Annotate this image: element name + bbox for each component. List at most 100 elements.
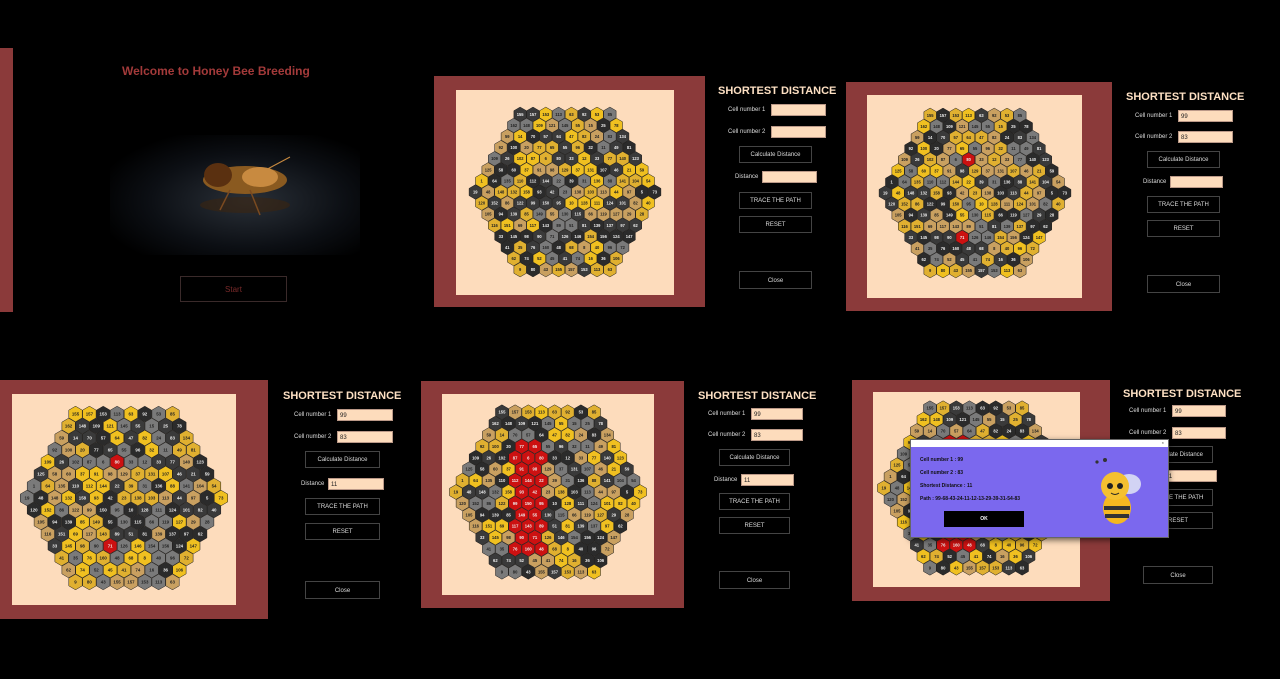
hex-cell-number: 144 (952, 179, 960, 184)
hex-cell-number: 64 (967, 429, 972, 434)
calculate-distance-button[interactable]: Calculate Distance (305, 451, 380, 468)
cell2-input[interactable]: 83 (1172, 427, 1226, 439)
panel-title: SHORTEST DISTANCE (1123, 388, 1242, 400)
cell1-input[interactable]: 99 (337, 409, 393, 421)
hex-cell-number: 143 (525, 524, 533, 529)
calculate-distance-button[interactable]: Calculate Distance (1147, 151, 1220, 168)
hex-cell-number: 72 (1030, 246, 1035, 251)
close-button[interactable]: Close (305, 581, 380, 599)
start-button[interactable]: Start (180, 276, 287, 302)
hex-cell-number: 160 (953, 543, 961, 548)
hex-cell-number: 37 (576, 167, 581, 172)
calculate-distance-button[interactable]: Calculate Distance (739, 146, 812, 163)
hex-cell-number: 157 (568, 267, 576, 272)
hex-cell-number: 83 (608, 134, 613, 139)
hex-cell-number: 55 (108, 520, 113, 525)
close-button[interactable]: Close (719, 571, 790, 589)
hex-cell-number: 145 (510, 234, 518, 239)
hex-cell-number: 124 (169, 508, 177, 513)
hex-cell-number: 107 (1010, 168, 1018, 173)
hex-cell-number: 99 (87, 508, 92, 513)
close-button[interactable]: Close (739, 271, 812, 289)
hex-cell-number: 48 (115, 556, 120, 561)
hex-cell-number: 72 (605, 547, 610, 552)
hex-cell-number: 85 (524, 212, 529, 217)
hex-cell-number: 15 (998, 124, 1003, 129)
hex-cell-number: 72 (620, 245, 625, 250)
hex-cell-number: 144 (542, 178, 550, 183)
calculate-distance-button[interactable]: Calculate Distance (719, 449, 790, 466)
cell2-input[interactable] (771, 126, 826, 138)
hex-cell-number: 145 (920, 235, 928, 240)
hex-cell-number: 77 (537, 145, 542, 150)
hex-cell-number: 104 (617, 478, 625, 483)
close-icon[interactable]: ✕ (1161, 441, 1164, 445)
hex-cell-number: 24 (156, 436, 161, 441)
cell1-input[interactable]: 99 (1172, 405, 1226, 417)
hex-cell-number: 130 (972, 213, 980, 218)
hex-cell-number: 122 (498, 501, 506, 506)
reset-button[interactable]: RESET (719, 517, 790, 534)
hex-cell-number: 81 (992, 224, 997, 229)
hex-cell-number: 16 (149, 568, 154, 573)
hex-cell-number: 137 (606, 223, 614, 228)
hex-cell-number: 28 (1050, 213, 1055, 218)
hex-cell-number: 105 (466, 512, 474, 517)
cell2-input[interactable]: 83 (751, 429, 803, 441)
hex-cell-number: 151 (504, 223, 512, 228)
hex-cell-number: 71 (108, 544, 113, 549)
welcome-title: Welcome to Honey Bee Breeding (122, 64, 310, 78)
hex-cell-number: 110 (72, 484, 80, 489)
hex-cell-number: 119 (600, 212, 607, 217)
hex-cell-number: 78 (1026, 417, 1031, 422)
close-button[interactable]: Close (1147, 275, 1220, 293)
hex-cell-number: 106 (613, 256, 621, 261)
ok-button[interactable]: OK (944, 511, 1024, 527)
reset-button[interactable]: RESET (305, 523, 380, 540)
hex-cell-number: 16 (998, 257, 1003, 262)
hex-cell-number: 124 (1023, 235, 1031, 240)
hex-cell-number: 81 (142, 532, 147, 537)
close-button[interactable]: Close (1143, 566, 1213, 584)
hex-cell-number: 66 (149, 520, 154, 525)
cell1-input[interactable]: 99 (751, 408, 803, 420)
hex-cell-number: 59 (625, 467, 630, 472)
hex-cell-number: 24 (579, 433, 584, 438)
hex-cell-number: 57 (544, 134, 549, 139)
hex-cell-number: 121 (106, 424, 114, 429)
hex-cell-number: 124 (613, 234, 621, 239)
hex-cell-number: 113 (578, 569, 585, 574)
hex-cell-number: 77 (519, 444, 524, 449)
hex-cell-number: 59 (486, 433, 491, 438)
hex-cell-number: 152 (491, 201, 499, 206)
hex-cell-number: 64 (556, 134, 561, 139)
distance-output (1170, 176, 1223, 188)
hex-cell-number: 132 (65, 496, 73, 501)
trace-path-button[interactable]: TRACE THE PATH (739, 192, 812, 209)
hex-cell-number: 68 (552, 547, 557, 552)
hex-cell-number: 29 (191, 520, 196, 525)
hex-cell-number: 122 (927, 202, 935, 207)
distance-label: Distance (714, 477, 738, 483)
hex-cell-number: 33 (156, 460, 161, 465)
hex-cell-number: 120 (888, 202, 896, 207)
hex-cell-number: 157 (978, 268, 986, 273)
hex-cell-number: 129 (545, 467, 553, 472)
trace-path-button[interactable]: TRACE THE PATH (305, 498, 380, 515)
cell2-input[interactable]: 83 (337, 431, 393, 443)
cell1-input[interactable] (771, 104, 826, 116)
hex-cell-number: 23 (122, 496, 127, 501)
cell2-input[interactable]: 83 (1178, 131, 1233, 143)
hex-cell-number: 94 (909, 213, 914, 218)
hex-cell-number: 47 (980, 429, 985, 434)
cell1-input[interactable]: 99 (1178, 110, 1233, 122)
hex-cell-number: 96 (559, 444, 564, 449)
hex-cell-number: 111 (594, 201, 601, 206)
hex-cell-number: 156 (584, 535, 592, 540)
trace-path-button[interactable]: TRACE THE PATH (1147, 196, 1220, 213)
reset-button[interactable]: RESET (739, 216, 812, 233)
hex-cell-number: 115 (985, 213, 992, 218)
trace-path-button[interactable]: TRACE THE PATH (719, 493, 790, 510)
hex-cell-number: 60 (921, 168, 926, 173)
reset-button[interactable]: RESET (1147, 220, 1220, 237)
